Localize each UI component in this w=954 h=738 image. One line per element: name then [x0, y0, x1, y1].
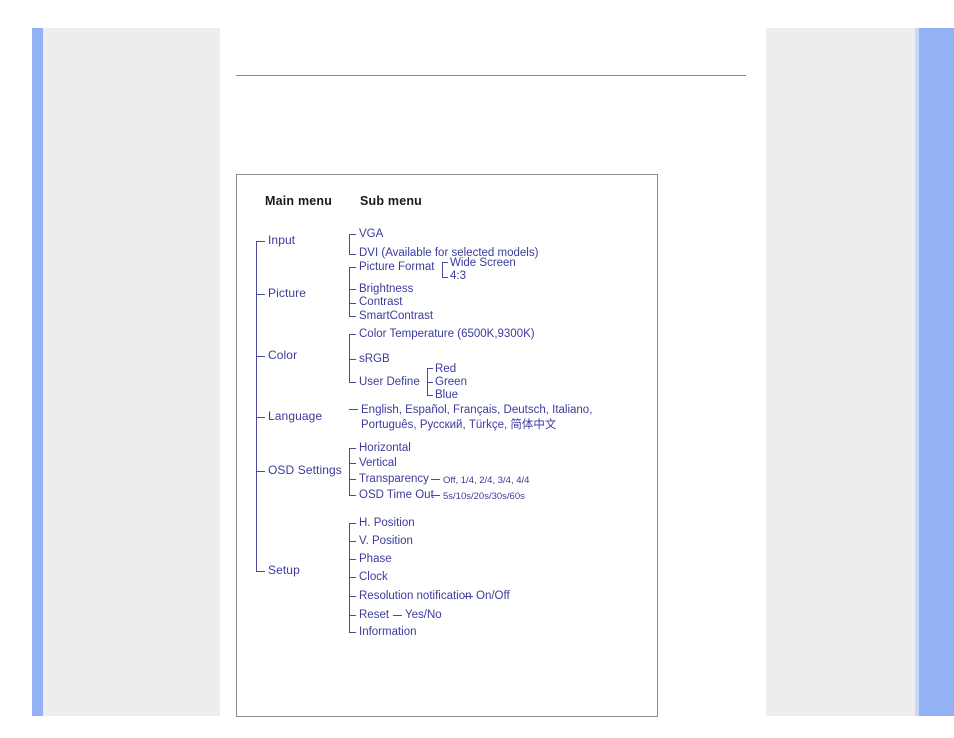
right-gray-panel: [766, 28, 917, 716]
main-menu-item-language[interactable]: Language: [268, 410, 322, 423]
transparency-values: Off, 1/4, 2/4, 3/4, 4/4: [443, 475, 530, 486]
osd-tick-horizontal: [349, 448, 356, 449]
setup-tick-phase: [349, 559, 356, 560]
picture-format-bracket-top: [442, 262, 448, 263]
picture-tick-brightness: [349, 289, 356, 290]
main-menu-item-setup[interactable]: Setup: [268, 564, 300, 577]
osd-time-out-values: 5s/10s/20s/30s/60s: [443, 491, 525, 502]
osd-tick-vertical: [349, 463, 356, 464]
main-menu-item-osd-settings[interactable]: OSD Settings: [268, 464, 342, 477]
osd-menu-tree-frame: Main menu Sub menu Input VGA DVI (Availa…: [236, 174, 658, 717]
osd-tick-transparency: [349, 479, 356, 480]
osd-tick-time-out: [349, 495, 356, 496]
sub-menu-item-smartcontrast[interactable]: SmartContrast: [359, 310, 433, 323]
user-define-tick-green: [427, 382, 433, 383]
sub-menu-item-color-temperature[interactable]: Color Temperature (6500K,9300K): [359, 328, 535, 341]
sub-menu-item-clock[interactable]: Clock: [359, 571, 388, 584]
input-branch-dash: [256, 241, 265, 242]
sub-menu-item-horizontal[interactable]: Horizontal: [359, 442, 411, 455]
picture-format-bracket-bottom: [442, 277, 448, 278]
sub-menu-item-srgb[interactable]: sRGB: [359, 353, 390, 366]
setup-tick-v-position: [349, 541, 356, 542]
color-temperature-label: Color Temperature: [359, 328, 455, 340]
sub-menu-item-phase[interactable]: Phase: [359, 553, 392, 566]
main-menu-item-input[interactable]: Input: [268, 234, 295, 247]
color-tick-srgb: [349, 359, 356, 360]
sub-menu-item-red[interactable]: Red: [435, 363, 456, 376]
main-menu-item-picture[interactable]: Picture: [268, 287, 306, 300]
setup-tick-clock: [349, 577, 356, 578]
setup-sub-bracket-v: [349, 523, 350, 633]
setup-tick-h-position: [349, 523, 356, 524]
sub-menu-item-h-position[interactable]: H. Position: [359, 517, 415, 530]
sub-menu-item-green[interactable]: Green: [435, 376, 467, 389]
color-tick-user-define: [349, 382, 356, 383]
resolution-notification-values: On/Off: [476, 590, 510, 602]
sub-menu-item-contrast[interactable]: Contrast: [359, 296, 402, 309]
main-trunk-line: [256, 241, 257, 571]
sub-menu-item-brightness[interactable]: Brightness: [359, 283, 413, 296]
color-tick-temperature: [349, 334, 356, 335]
input-sub-bracket-top: [349, 234, 356, 235]
user-define-tick-blue: [427, 395, 433, 396]
setup-tick-reset: [349, 615, 356, 616]
color-branch-dash: [256, 356, 265, 357]
setup-branch-dash: [256, 571, 265, 572]
osd-time-out-connector-dash: [431, 495, 440, 496]
sub-menu-item-language-list[interactable]: English, Español, Français, Deutsch, Ita…: [361, 403, 651, 433]
language-connector-dash: [349, 409, 358, 410]
sub-menu-item-vga[interactable]: VGA: [359, 228, 383, 241]
sub-menu-item-wide-screen[interactable]: Wide Screen: [450, 257, 516, 270]
main-menu-item-color[interactable]: Color: [268, 349, 297, 362]
picture-tick-smartcontrast: [349, 316, 356, 317]
sub-menu-item-reset[interactable]: Reset: [359, 609, 389, 622]
input-sub-bracket-v: [349, 234, 350, 255]
osd-settings-sub-bracket-v: [349, 448, 350, 496]
setup-tick-information: [349, 632, 356, 633]
sub-menu-item-resolution-notification[interactable]: Resolution notification: [359, 590, 472, 603]
sub-menu-item-vertical[interactable]: Vertical: [359, 457, 397, 470]
sub-menu-item-transparency[interactable]: Transparency: [359, 473, 429, 486]
reset-connector-dash: [393, 615, 402, 616]
color-temperature-values: (6500K,9300K): [457, 328, 535, 340]
osd-settings-branch-dash: [256, 471, 265, 472]
input-sub-bracket-bottom: [349, 254, 356, 255]
picture-format-bracket-v: [442, 262, 443, 278]
picture-tick-format: [349, 267, 356, 268]
resolution-notification-connector-dash: [464, 596, 473, 597]
sub-menu-column-header: Sub menu: [360, 194, 423, 208]
picture-tick-contrast: [349, 303, 356, 304]
left-blue-rail: [32, 28, 43, 716]
right-blue-rail: [919, 28, 954, 716]
sub-menu-item-information[interactable]: Information: [359, 626, 417, 639]
sub-menu-item-user-define[interactable]: User Define: [359, 376, 420, 389]
sub-menu-item-picture-format[interactable]: Picture Format: [359, 261, 434, 274]
reset-values: Yes/No: [405, 609, 442, 621]
sub-menu-item-v-position[interactable]: V. Position: [359, 535, 413, 548]
picture-branch-dash: [256, 294, 265, 295]
user-define-tick-red: [427, 368, 433, 369]
sub-menu-item-blue[interactable]: Blue: [435, 389, 458, 402]
setup-tick-resolution-notification: [349, 596, 356, 597]
top-divider-rule: [236, 75, 746, 76]
picture-sub-bracket-v: [349, 267, 350, 317]
left-gray-panel: [43, 28, 220, 716]
transparency-connector-dash: [431, 479, 440, 480]
main-menu-column-header: Main menu: [265, 194, 333, 208]
sub-menu-item-osd-time-out[interactable]: OSD Time Out: [359, 489, 434, 502]
sub-menu-item-4-3[interactable]: 4:3: [450, 270, 466, 283]
language-branch-dash: [256, 417, 265, 418]
